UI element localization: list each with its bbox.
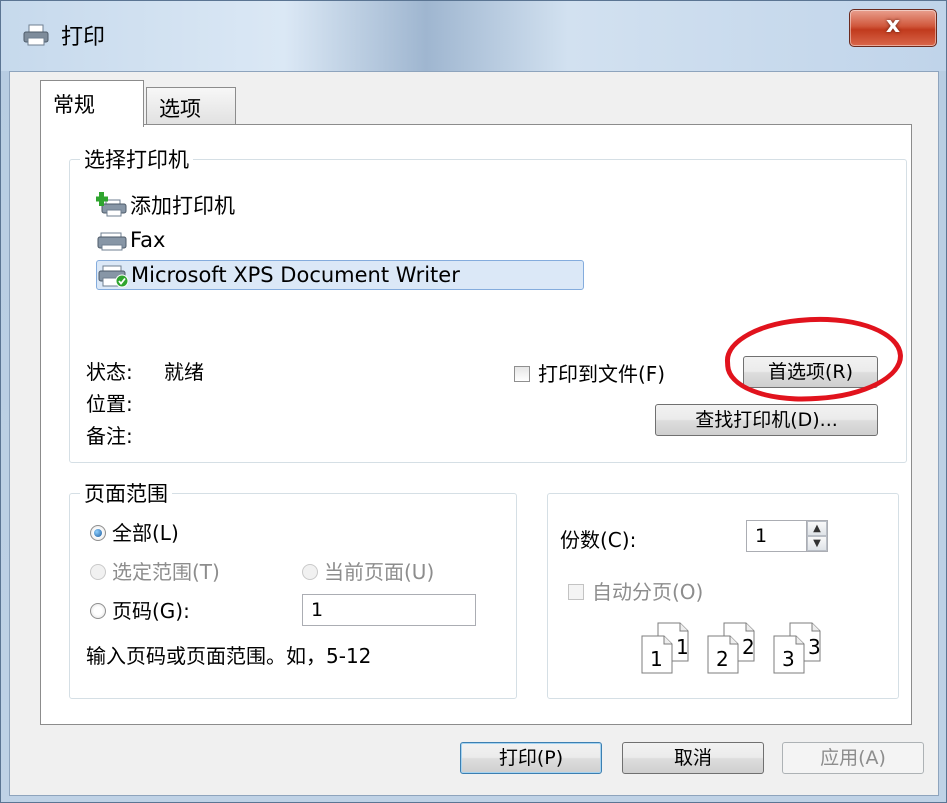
collate-page-icon: 1 1 bbox=[641, 622, 689, 674]
collate-page-number: 1 bbox=[650, 647, 663, 671]
radio-current-page-label: 当前页面(U) bbox=[324, 560, 435, 584]
printer-name-label: 添加打印机 bbox=[130, 194, 235, 218]
status-value: 就绪 bbox=[164, 360, 204, 384]
radio-pages[interactable] bbox=[90, 603, 106, 619]
radio-all[interactable] bbox=[90, 525, 106, 541]
preferences-button[interactable]: 首选项(R) bbox=[743, 356, 878, 388]
print-button[interactable]: 打印(P) bbox=[460, 742, 602, 774]
collate-page-number: 3 bbox=[808, 635, 821, 659]
collate-page-number: 1 bbox=[676, 635, 689, 659]
print-dialog-window: 打印 x 常规 选项 选择打印机 添加打印机 Fax Microsoft XPS… bbox=[0, 0, 947, 803]
comment-label: 备注: bbox=[86, 424, 133, 448]
printer-name-label: Fax bbox=[130, 228, 166, 252]
page-range-group-title: 页面范围 bbox=[80, 478, 172, 508]
collate-page-icon: 3 3 bbox=[773, 622, 821, 674]
find-printer-button[interactable]: 查找打印机(D)... bbox=[655, 404, 878, 436]
close-button[interactable]: x bbox=[849, 9, 937, 47]
status-label: 状态: bbox=[86, 360, 133, 384]
apply-button: 应用(A) bbox=[782, 742, 924, 774]
dialog-client-area: 常规 选项 选择打印机 添加打印机 Fax Microsoft XPS Docu… bbox=[9, 71, 939, 796]
copies-label: 份数(C): bbox=[560, 528, 637, 552]
printer-item-fax[interactable]: Fax bbox=[96, 225, 396, 255]
fax-printer-icon bbox=[97, 232, 127, 251]
spin-up-icon[interactable]: ▲ bbox=[807, 521, 827, 536]
default-printer-icon bbox=[98, 265, 129, 288]
printer-name-label: Microsoft XPS Document Writer bbox=[131, 263, 460, 287]
collate-page-number: 2 bbox=[716, 647, 729, 671]
pages-input[interactable]: 1 bbox=[302, 594, 476, 626]
title-bar[interactable]: 打印 x bbox=[1, 1, 946, 71]
copies-group: 份数(C): 1 ▲ ▼ 自动分页(O) 1 1 2 2 3 3 bbox=[547, 493, 899, 699]
tab-options[interactable]: 选项 bbox=[146, 87, 236, 125]
radio-pages-label[interactable]: 页码(G): bbox=[112, 595, 190, 624]
page-range-group: 页面范围 全部(L) 选定范围(T) 当前页面(U) 页码(G): 1 输入页码… bbox=[69, 478, 517, 699]
select-printer-group: 选择打印机 添加打印机 Fax Microsoft XPS Document W… bbox=[69, 144, 907, 463]
printer-icon bbox=[23, 24, 49, 46]
select-printer-group-title: 选择打印机 bbox=[80, 144, 193, 174]
tab-general[interactable]: 常规 bbox=[40, 80, 144, 127]
close-icon: x bbox=[885, 13, 901, 38]
copies-spinner[interactable]: ▲ ▼ bbox=[806, 520, 828, 552]
radio-current-page bbox=[302, 564, 318, 580]
print-to-file-label[interactable]: 打印到文件(F) bbox=[538, 358, 665, 387]
general-tab-panel: 选择打印机 添加打印机 Fax Microsoft XPS Document W… bbox=[40, 124, 912, 725]
window-title: 打印 bbox=[61, 25, 106, 50]
radio-selection-label: 选定范围(T) bbox=[112, 560, 220, 584]
collate-checkbox bbox=[568, 584, 584, 600]
print-to-file-checkbox[interactable] bbox=[514, 366, 530, 382]
printer-item-xps[interactable]: Microsoft XPS Document Writer bbox=[96, 260, 584, 290]
location-label: 位置: bbox=[86, 392, 133, 416]
collate-label: 自动分页(O) bbox=[592, 580, 704, 604]
collate-page-number: 2 bbox=[742, 635, 755, 659]
add-printer-icon bbox=[96, 192, 127, 217]
spin-down-icon[interactable]: ▼ bbox=[807, 536, 827, 551]
collate-page-number: 3 bbox=[782, 647, 795, 671]
cancel-button[interactable]: 取消 bbox=[622, 742, 764, 774]
radio-all-label[interactable]: 全部(L) bbox=[112, 517, 179, 546]
printer-item-add[interactable]: 添加打印机 bbox=[96, 190, 396, 220]
copies-input[interactable]: 1 bbox=[746, 520, 808, 552]
collate-page-icon: 2 2 bbox=[707, 622, 755, 674]
radio-selection bbox=[90, 564, 106, 580]
page-range-hint: 输入页码或页面范围。如，5-12 bbox=[86, 644, 372, 668]
